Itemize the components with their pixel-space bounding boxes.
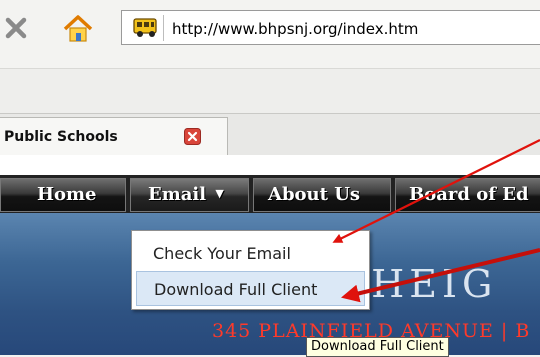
nav-home-label: Home	[37, 184, 97, 205]
nav-email[interactable]: Email ▼	[130, 178, 249, 212]
address-bar[interactable]: http://www.bhpsnj.org/index.htm	[121, 10, 540, 45]
bookmarks-toolbar	[0, 68, 540, 114]
tooltip: Download Full Client	[306, 337, 449, 357]
url-text[interactable]: http://www.bhpsnj.org/index.htm	[172, 20, 418, 38]
browser-toolbar: http://www.bhpsnj.org/index.htm	[0, 0, 540, 68]
nav-board-of-ed-label: Board of Ed	[409, 184, 529, 205]
home-button[interactable]	[60, 14, 96, 44]
site-nav-bar: Home Email ▼ About Us Board of Ed	[0, 175, 540, 213]
site-favicon	[129, 15, 164, 41]
tab-close-icon	[184, 128, 201, 145]
nav-email-label: Email	[148, 184, 207, 205]
caret-down-icon: ▼	[215, 187, 224, 200]
stop-button[interactable]	[4, 16, 28, 40]
nav-home[interactable]: Home	[0, 178, 126, 212]
menu-item-download-full-client[interactable]: Download Full Client	[136, 271, 365, 306]
menu-item-check-your-email[interactable]: Check Your Email	[136, 236, 365, 271]
nav-board-of-ed[interactable]: Board of Ed	[395, 178, 540, 212]
tab-close-button[interactable]	[184, 128, 201, 145]
school-bus-icon	[133, 18, 157, 37]
tab-strip: Public Schools	[0, 113, 540, 157]
email-dropdown-menu: Check Your Email Download Full Client	[131, 230, 370, 310]
tab-title: Public Schools	[4, 129, 118, 145]
nav-about-us-label: About Us	[268, 184, 361, 205]
close-x-icon	[5, 17, 27, 39]
tab-public-schools[interactable]: Public Schools	[0, 117, 228, 157]
nav-about-us[interactable]: About Us	[253, 178, 391, 212]
home-icon	[63, 15, 93, 42]
